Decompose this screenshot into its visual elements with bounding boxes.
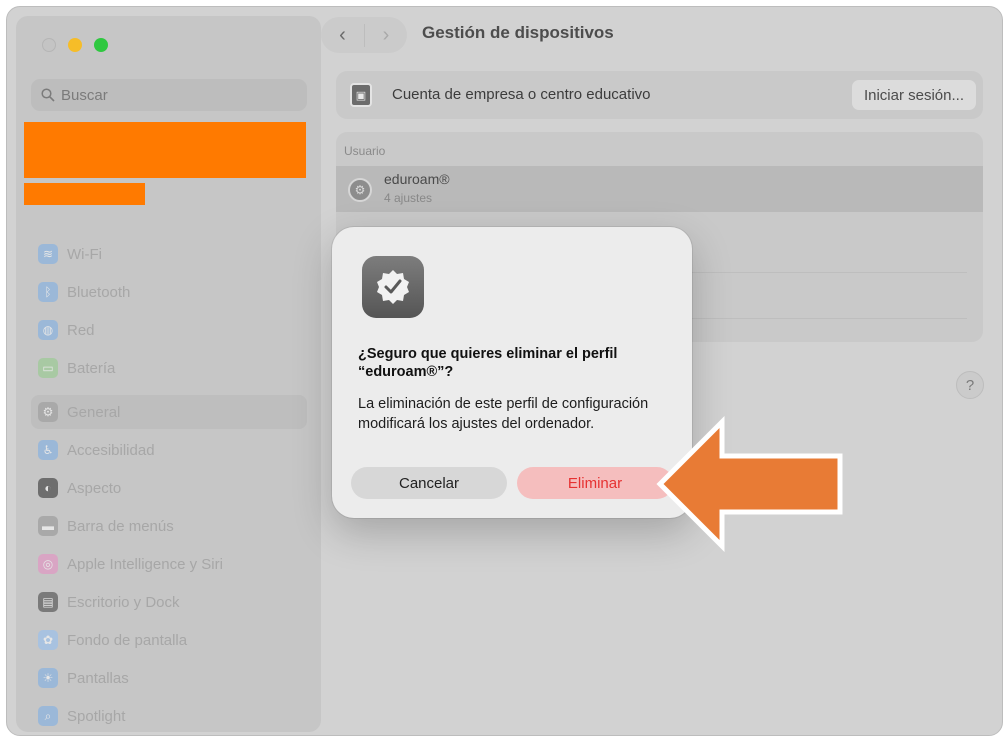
- settings-window: Buscar ≋ Wi-Fi ᛒ Bluetooth ◍ Red ▭ Batería ⚙ Gene…: [6, 6, 1003, 736]
- sidebar-item-label: Red: [67, 321, 95, 339]
- sidebar-item-label: Bluetooth: [67, 283, 131, 301]
- gear-icon: ⚙: [38, 402, 58, 422]
- sidebar-item-barra-de-menús[interactable]: ▬ Barra de menús: [31, 509, 307, 543]
- close-window-button[interactable]: [42, 38, 56, 52]
- sidebar-item-bluetooth[interactable]: ᛒ Bluetooth: [31, 275, 307, 309]
- profile-name: eduroam®: [384, 171, 450, 187]
- sidebar-item-label: Spotlight: [67, 707, 126, 725]
- page-title: Gestión de dispositivos: [422, 23, 614, 42]
- section-header-user: Usuario: [344, 144, 386, 158]
- work-account-label: Cuenta de empresa o centro educativo: [392, 86, 651, 103]
- sidebar-item-spotlight[interactable]: ⌕ Spotlight: [31, 699, 307, 733]
- sidebar-item-label: Apple Intelligence y Siri: [67, 555, 223, 573]
- help-button[interactable]: ?: [956, 371, 984, 399]
- wifi-icon: ≋: [38, 244, 58, 264]
- back-button[interactable]: ‹: [321, 24, 364, 47]
- gear-icon: ⚙: [348, 178, 372, 202]
- accessibility-icon: ♿: [38, 440, 58, 460]
- sidebar-item-escritorio-y-dock[interactable]: ▤ Escritorio y Dock: [31, 585, 307, 619]
- appearance-icon: ◐: [38, 478, 58, 498]
- battery-icon: ▭: [38, 358, 58, 378]
- delete-profile-dialog: ¿Seguro que quieres eliminar el perfil “…: [332, 227, 692, 518]
- sign-in-button[interactable]: Iniciar sesión...: [851, 80, 976, 110]
- badge-id-icon: ▣: [350, 83, 372, 107]
- sidebar-item-batería[interactable]: ▭ Batería: [31, 351, 307, 385]
- profile-row-eduroam[interactable]: ⚙ eduroam® 4 ajustes: [336, 166, 983, 212]
- sidebar-item-label: Aspecto: [67, 479, 122, 497]
- redacted-account-block: [24, 122, 306, 178]
- sidebar-item-label: Fondo de pantalla: [67, 631, 188, 649]
- dock-icon: ▤: [38, 592, 58, 612]
- search-icon: [41, 88, 55, 102]
- maximize-window-button[interactable]: [94, 38, 108, 52]
- sidebar-item-pantallas[interactable]: ☀ Pantallas: [31, 661, 307, 695]
- sidebar-item-label: Barra de menús: [67, 517, 174, 535]
- sidebar-item-label: Pantallas: [67, 669, 129, 687]
- sidebar-item-general[interactable]: ⚙ General: [31, 395, 307, 429]
- profile-settings-count: 4 ajustes: [384, 191, 433, 205]
- siri-icon: ◎: [38, 554, 58, 574]
- annotation-arrow-icon: [656, 415, 843, 552]
- dialog-message: La eliminación de este perfil de configu…: [358, 396, 649, 432]
- sidebar-item-label: Batería: [67, 359, 116, 377]
- sidebar-item-apple-intelligence-y-siri[interactable]: ◎ Apple Intelligence y Siri: [31, 547, 307, 581]
- dialog-title: ¿Seguro que quieres eliminar el perfil “…: [358, 346, 618, 380]
- minimize-window-button[interactable]: [68, 38, 82, 52]
- sidebar-item-label: Escritorio y Dock: [67, 593, 180, 611]
- sidebar-item-wi-fi[interactable]: ≋ Wi-Fi: [31, 237, 307, 271]
- work-account-row: ▣ Cuenta de empresa o centro educativo I…: [336, 71, 983, 119]
- sidebar: Buscar ≋ Wi-Fi ᛒ Bluetooth ◍ Red ▭ Batería ⚙ Gene…: [16, 16, 321, 732]
- sidebar-item-accesibilidad[interactable]: ♿ Accesibilidad: [31, 433, 307, 467]
- sidebar-item-aspecto[interactable]: ◐ Aspecto: [31, 471, 307, 505]
- menubar-icon: ▬: [38, 516, 58, 536]
- wallpaper-icon: ✿: [38, 630, 58, 650]
- search-placeholder: Buscar: [61, 86, 108, 104]
- sidebar-item-red[interactable]: ◍ Red: [31, 313, 307, 347]
- globe-icon: ◍: [38, 320, 58, 340]
- sidebar-item-fondo-de-pantalla[interactable]: ✿ Fondo de pantalla: [31, 623, 307, 657]
- cancel-button[interactable]: Cancelar: [351, 467, 507, 499]
- sidebar-item-label: Accesibilidad: [67, 441, 155, 459]
- sidebar-item-label: Wi-Fi: [67, 245, 102, 263]
- sidebar-item-label: General: [67, 403, 121, 421]
- forward-button[interactable]: ›: [364, 23, 407, 47]
- redacted-name-block: [24, 183, 145, 205]
- verified-badge-icon: [362, 256, 424, 318]
- back-forward-control: ‹ ›: [321, 17, 407, 53]
- search-field[interactable]: Buscar: [31, 79, 307, 111]
- display-icon: ☀: [38, 668, 58, 688]
- spotlight-icon: ⌕: [38, 706, 58, 726]
- bluetooth-icon: ᛒ: [38, 282, 58, 302]
